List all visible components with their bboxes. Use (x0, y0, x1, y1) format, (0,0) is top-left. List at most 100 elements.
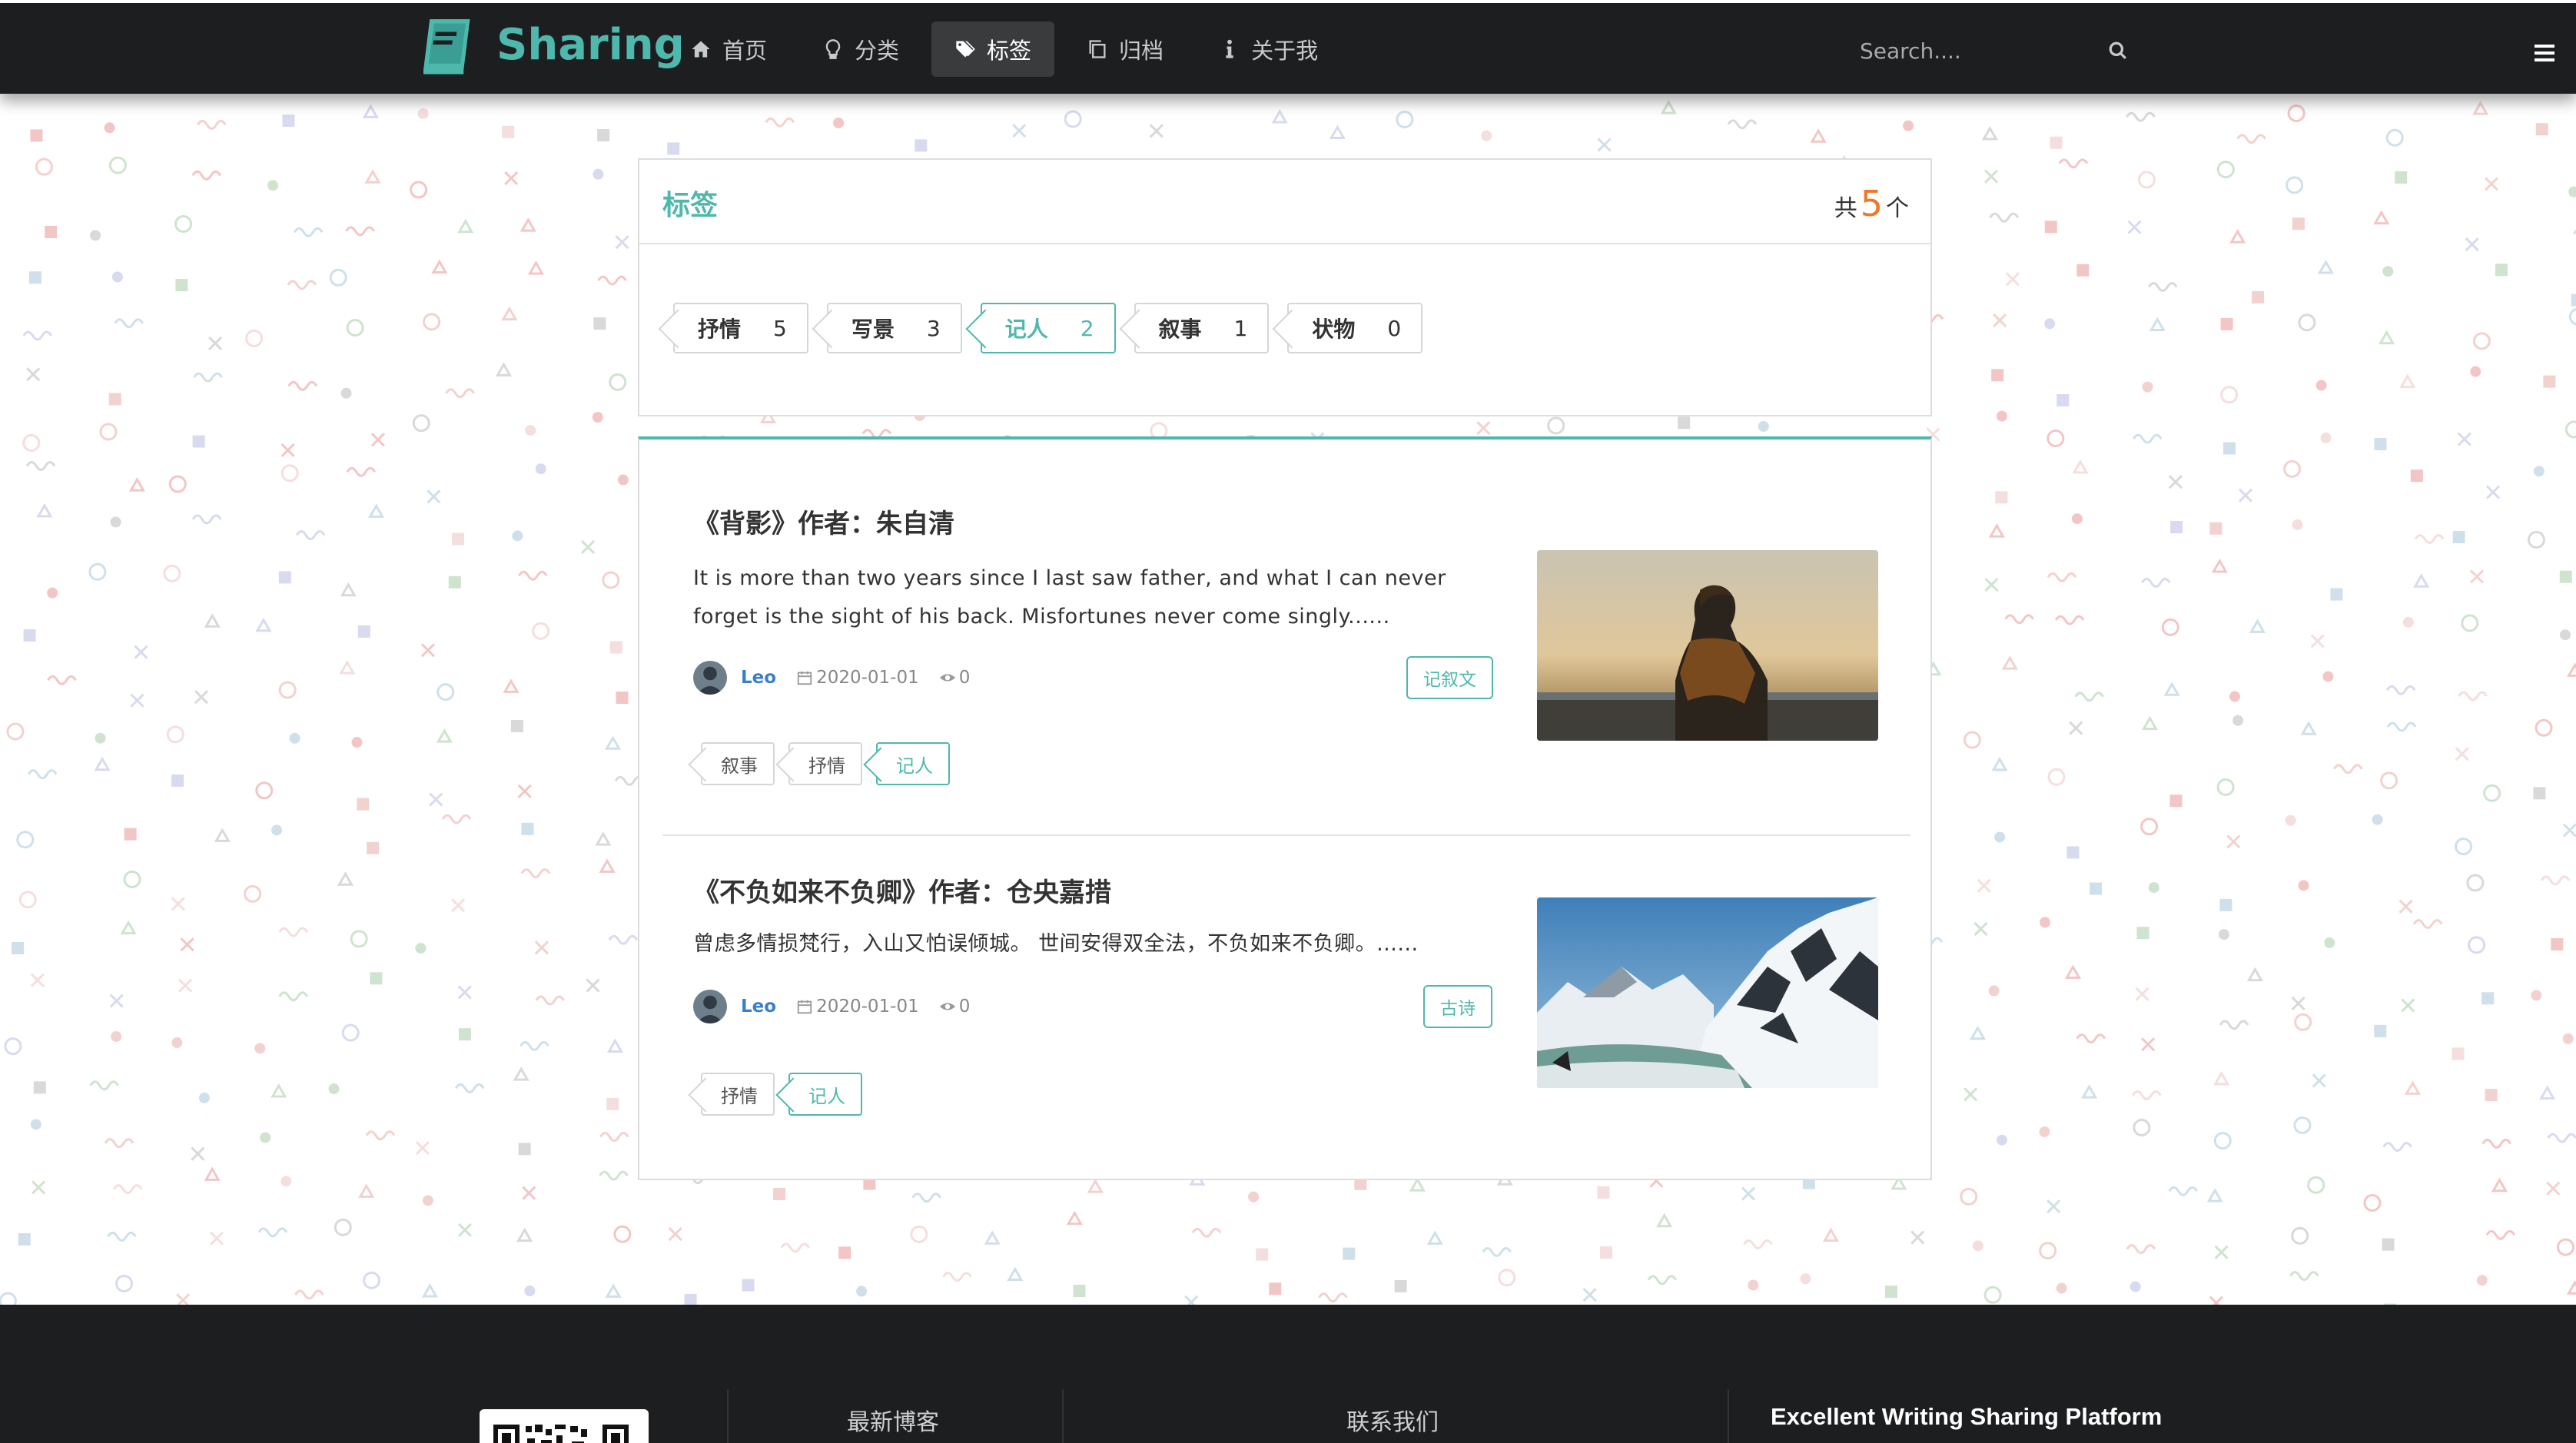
pattern-shape (2483, 784, 2501, 802)
pattern-shape (1073, 1285, 1086, 1298)
pattern-shape (2465, 237, 2479, 252)
pattern-shape (2551, 937, 2564, 950)
article-tag-active[interactable]: 记人 (788, 1073, 862, 1116)
pattern-shape (2495, 264, 2508, 277)
pattern-shape (2004, 614, 2034, 625)
pattern-shape (2564, 420, 2576, 439)
pattern-shape (95, 732, 106, 744)
pattern-shape (104, 1138, 134, 1149)
nav-item-category[interactable]: 分类 (799, 22, 922, 77)
pattern-shape (108, 156, 127, 174)
pattern-shape (742, 1279, 755, 1292)
tag-item[interactable]: 状物 0 (1287, 303, 1423, 353)
nav-item-tags[interactable]: 标签 (931, 22, 1055, 77)
eye-icon (939, 669, 956, 686)
pattern-shape (2481, 992, 2495, 1005)
pattern-shape (1988, 985, 2000, 997)
pattern-shape (1903, 120, 1914, 131)
pattern-shape (22, 330, 53, 341)
pattern-shape (2567, 662, 2576, 677)
article-date: 2020-01-01 (816, 997, 919, 1017)
pattern-shape (2064, 964, 2082, 979)
pattern-shape (2543, 375, 2556, 388)
pattern-shape (90, 230, 101, 241)
category-badge[interactable]: 记叙文 (1406, 656, 1493, 699)
article-tag-active[interactable]: 记人 (876, 742, 950, 785)
author-name[interactable]: Leo (741, 997, 776, 1017)
pattern-shape (2401, 998, 2415, 1013)
nav-item-home[interactable]: 首页 (667, 22, 790, 77)
pattern-shape (1984, 169, 1999, 184)
tag-item[interactable]: 写景 3 (826, 303, 962, 353)
pattern-shape (910, 1225, 928, 1243)
pattern-shape (11, 942, 24, 955)
search-input[interactable] (1860, 29, 2090, 72)
search-icon[interactable] (2103, 35, 2133, 66)
pattern-shape (457, 218, 474, 234)
brand-logo[interactable]: Sharing (415, 6, 685, 83)
tags-icon (954, 38, 976, 60)
article-title[interactable]: 《背影》作者：朱自清 (693, 503, 954, 540)
pattern-shape (608, 934, 639, 945)
snowy-mountain-photo[interactable] (1537, 897, 1878, 1088)
pattern-shape (22, 434, 41, 453)
pattern-shape (2398, 899, 2413, 914)
pattern-shape (2539, 1085, 2556, 1100)
avatar[interactable] (693, 990, 727, 1023)
pattern-shape (364, 169, 381, 184)
avatar[interactable] (693, 661, 727, 695)
pattern-shape (1318, 1292, 1348, 1303)
pattern-shape (31, 1180, 46, 1195)
pattern-shape (420, 643, 435, 658)
pattern-shape (108, 393, 121, 406)
pattern-shape (1597, 1186, 1610, 1199)
pattern-shape (1981, 125, 1998, 141)
pattern-shape (341, 1023, 360, 1042)
pattern-shape (1977, 878, 1991, 893)
pattern-shape (1066, 1210, 1083, 1226)
pattern-shape (2292, 519, 2303, 530)
pattern-shape (339, 659, 356, 675)
article-tag[interactable]: 抒情 (788, 742, 862, 785)
nav-item-archive[interactable]: 归档 (1064, 22, 1187, 77)
pattern-shape (260, 1132, 271, 1143)
tag-item-active[interactable]: 记人 2 (980, 303, 1116, 353)
article-summary: It is more than two years since I last s… (693, 566, 1446, 629)
nav-item-about[interactable]: 关于我 (1196, 22, 1341, 77)
pattern-shape (429, 792, 443, 807)
pattern-shape (415, 943, 427, 954)
pattern-shape (1996, 410, 2007, 422)
article-tag[interactable]: 叙事 (701, 742, 775, 785)
pattern-shape (2307, 1176, 2325, 1194)
article-views: 0 (958, 668, 971, 688)
pattern-shape (191, 1146, 205, 1161)
article-title[interactable]: 《不负如来不负卿》作者：仓央嘉措 (693, 871, 1111, 909)
pattern-shape (107, 1231, 137, 1242)
tag-item[interactable]: 抒情 5 (673, 303, 808, 353)
pattern-shape (2315, 380, 2327, 391)
pattern-shape (89, 1080, 119, 1091)
category-badge[interactable]: 古诗 (1423, 985, 1492, 1028)
pattern-shape (278, 927, 309, 937)
pattern-shape (593, 168, 604, 180)
pattern-shape (370, 433, 385, 447)
pattern-shape (45, 225, 58, 238)
pattern-shape (1007, 1266, 1024, 1281)
author-name[interactable]: Leo (741, 668, 776, 688)
hamburger-menu-icon[interactable] (2535, 45, 2554, 63)
pattern-shape (1741, 1186, 1756, 1201)
pattern-shape (2559, 570, 2572, 583)
pattern-shape (2047, 430, 2065, 448)
tag-num: 0 (1387, 315, 1402, 341)
pattern-shape (1660, 99, 1677, 114)
pattern-shape (2472, 332, 2491, 350)
person-sunset-photo[interactable] (1537, 550, 1878, 741)
tag-item[interactable]: 叙事 1 (1134, 303, 1270, 353)
pattern-shape (423, 313, 441, 331)
top-navbar: Sharing 首页 分类 标签 归档 关于我 Search.... (0, 0, 2576, 94)
article-tag[interactable]: 抒情 (701, 1073, 775, 1116)
pattern-shape (1995, 491, 2008, 504)
pattern-shape (2455, 747, 2469, 761)
pattern-shape (2252, 290, 2265, 304)
calendar-icon (796, 998, 813, 1015)
